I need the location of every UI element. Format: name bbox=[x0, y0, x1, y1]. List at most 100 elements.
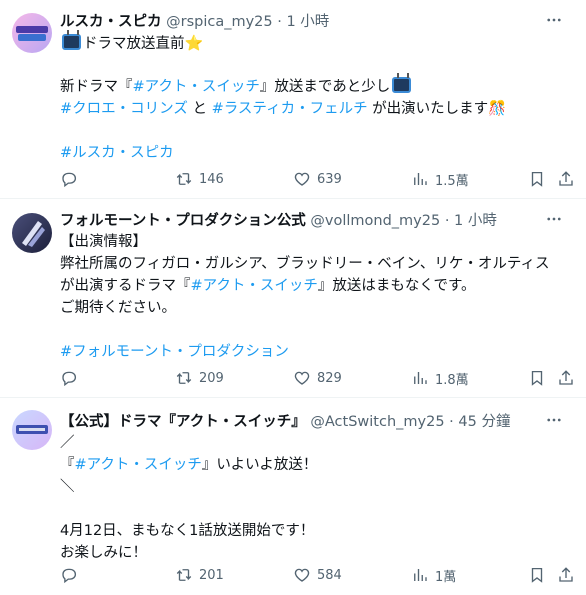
author-handle[interactable]: @vollmond_my25 bbox=[310, 213, 440, 229]
text-span: ご期待ください。 bbox=[60, 300, 176, 316]
tweet-text-line bbox=[60, 319, 576, 341]
tweet-header: ルスカ・スピカ @rspica_my25 · 1 小時 bbox=[60, 12, 576, 32]
text-span: 』放送まであと少し bbox=[259, 79, 391, 95]
author-name[interactable]: ルスカ・スピカ bbox=[60, 14, 162, 30]
more-icon[interactable] bbox=[540, 406, 568, 434]
tweet-header: 【公式】ドラマ『アクト・スイッチ』 @ActSwitch_my25 · 45 分… bbox=[60, 412, 576, 432]
text-span: 新ドラマ『 bbox=[60, 79, 133, 95]
views-icon bbox=[414, 372, 427, 384]
like-button[interactable]: 584 bbox=[293, 566, 342, 584]
timestamp[interactable]: 1 小時 bbox=[286, 14, 329, 30]
tweet-text: ドラマ放送直前⭐ 新ドラマ『#アクト・スイッチ』放送まであと少し #クロエ・コリンズ… bbox=[60, 32, 576, 164]
views-icon bbox=[414, 569, 427, 581]
views-icon bbox=[414, 173, 427, 185]
tv-emoji-icon bbox=[392, 77, 412, 93]
avatar[interactable] bbox=[12, 13, 52, 53]
retweet-button[interactable]: 201 bbox=[175, 566, 224, 584]
hashtag-link[interactable]: #ラスティカ・フェルチ bbox=[212, 101, 368, 117]
share-icon bbox=[559, 171, 573, 186]
tweet[interactable]: 【公式】ドラマ『アクト・スイッチ』 @ActSwitch_my25 · 45 分… bbox=[0, 398, 586, 594]
text-span: お楽しみに！ bbox=[60, 545, 147, 561]
timeline: ルスカ・スピカ @rspica_my25 · 1 小時 ドラマ放送直前⭐ 新ドラマ… bbox=[0, 0, 586, 594]
retweet-icon bbox=[176, 372, 192, 384]
timestamp[interactable]: 45 分鐘 bbox=[458, 414, 510, 430]
tweet[interactable]: ルスカ・スピカ @rspica_my25 · 1 小時 ドラマ放送直前⭐ 新ドラマ… bbox=[0, 0, 586, 199]
share-button[interactable] bbox=[557, 369, 575, 387]
tweet-text-line bbox=[60, 54, 576, 76]
text-span: と bbox=[187, 101, 212, 117]
tweet-text-line: が出演するドラマ『#アクト・スイッチ』放送はまもなくです。 bbox=[60, 275, 576, 297]
heart-icon bbox=[294, 371, 310, 385]
reply-icon bbox=[62, 371, 77, 387]
hashtag-link[interactable]: #アクト・スイッチ bbox=[133, 79, 260, 95]
share-button[interactable] bbox=[557, 566, 575, 584]
views-button[interactable]: 1.8萬 bbox=[411, 369, 469, 388]
more-icon[interactable] bbox=[540, 205, 568, 233]
bookmark-button[interactable] bbox=[528, 369, 546, 387]
tweet-text: ／ 『#アクト・スイッチ』いよいよ放送！ ＼ 4月12日、まもなく1話放送開始です！ お… bbox=[60, 432, 576, 564]
avatar[interactable] bbox=[12, 410, 52, 450]
hashtag-link[interactable]: #アクト・スイッチ bbox=[191, 278, 318, 294]
bookmark-icon bbox=[531, 171, 543, 187]
tweet-text-line: #ルスカ・スピカ bbox=[60, 142, 576, 164]
hashtag-link[interactable]: #クロエ・コリンズ bbox=[60, 101, 188, 117]
bookmark-button[interactable] bbox=[528, 170, 546, 188]
bookmark-icon bbox=[531, 567, 543, 583]
views-count: 1萬 bbox=[435, 569, 457, 585]
retweet-icon bbox=[176, 173, 192, 185]
text-span: 』いよいよ放送！ bbox=[201, 457, 318, 473]
text-span: ⭐ bbox=[184, 34, 204, 52]
separator: · bbox=[277, 14, 282, 30]
text-span: 『 bbox=[60, 457, 75, 473]
reply-button[interactable] bbox=[60, 369, 78, 387]
tweet[interactable]: フォルモーント・プロダクション公式 @vollmond_my25 · 1 小時 … bbox=[0, 199, 586, 398]
bookmark-icon bbox=[531, 370, 543, 386]
author-handle[interactable]: @rspica_my25 bbox=[166, 14, 273, 30]
action-bar: 201 584 1萬 bbox=[60, 564, 576, 586]
share-button[interactable] bbox=[557, 170, 575, 188]
like-button[interactable]: 829 bbox=[293, 369, 342, 387]
retweet-button[interactable]: 146 bbox=[175, 170, 224, 188]
tv-emoji-icon bbox=[62, 34, 81, 50]
like-count: 584 bbox=[317, 567, 342, 583]
action-bar: 209 829 1.8萬 bbox=[60, 367, 576, 389]
text-span: 』放送はまもなくです。 bbox=[317, 278, 476, 294]
avatar[interactable] bbox=[12, 213, 52, 253]
tweet-text-line: #フォルモーント・プロダクション bbox=[60, 341, 576, 363]
retweet-button[interactable]: 209 bbox=[175, 369, 224, 387]
reply-icon bbox=[62, 568, 77, 584]
separator: · bbox=[449, 414, 454, 430]
tweet-text-line: ／ bbox=[60, 432, 576, 454]
tweet-text-line: ＼ bbox=[60, 476, 576, 498]
text-span: 弊社所属のフィガロ・ガルシア、ブラッドリー・ベイン、リケ・オルティス bbox=[60, 256, 550, 272]
tweet-text-line: #クロエ・コリンズ と #ラスティカ・フェルチ が出演いたします🎊 bbox=[60, 98, 576, 120]
author-name[interactable]: 【公式】ドラマ『アクト・スイッチ』 bbox=[60, 414, 306, 430]
tweet-text-line: 弊社所属のフィガロ・ガルシア、ブラッドリー・ベイン、リケ・オルティス bbox=[60, 253, 576, 275]
bookmark-button[interactable] bbox=[528, 566, 546, 584]
author-name[interactable]: フォルモーント・プロダクション公式 bbox=[60, 213, 306, 229]
tweet-text-line: 4月12日、まもなく1話放送開始です！ bbox=[60, 520, 576, 542]
tweet-text-line: 『#アクト・スイッチ』いよいよ放送！ bbox=[60, 454, 576, 476]
action-bar: 146 639 1.5萬 bbox=[60, 168, 576, 190]
views-button[interactable]: 1萬 bbox=[411, 566, 456, 585]
like-count: 829 bbox=[317, 370, 342, 386]
tweet-text-line bbox=[60, 120, 576, 142]
reply-button[interactable] bbox=[60, 170, 78, 188]
retweet-count: 201 bbox=[199, 567, 224, 583]
hashtag-link[interactable]: #ルスカ・スピカ bbox=[60, 145, 174, 161]
retweet-count: 209 bbox=[199, 370, 224, 386]
share-icon bbox=[559, 567, 573, 582]
views-button[interactable]: 1.5萬 bbox=[411, 170, 469, 189]
like-button[interactable]: 639 bbox=[293, 170, 342, 188]
timestamp[interactable]: 1 小時 bbox=[454, 213, 497, 229]
hashtag-link[interactable]: #アクト・スイッチ bbox=[75, 457, 202, 473]
like-count: 639 bbox=[317, 171, 342, 187]
more-icon[interactable] bbox=[540, 6, 568, 34]
author-handle[interactable]: @ActSwitch_my25 bbox=[310, 414, 444, 430]
reply-icon bbox=[62, 172, 77, 188]
reply-button[interactable] bbox=[60, 566, 78, 584]
text-span: ＼ bbox=[60, 479, 75, 495]
hashtag-link[interactable]: #フォルモーント・プロダクション bbox=[60, 344, 289, 360]
tweet-text-line: ドラマ放送直前⭐ bbox=[60, 32, 576, 54]
text-span: ／ bbox=[60, 435, 75, 451]
